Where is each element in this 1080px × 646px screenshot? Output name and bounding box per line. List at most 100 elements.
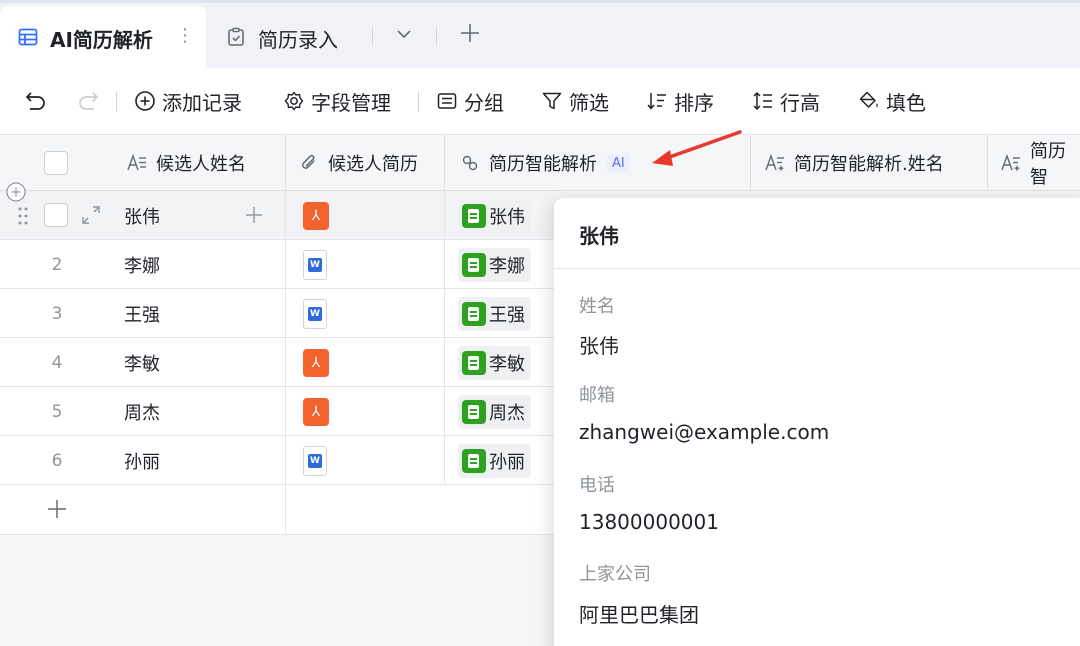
- cell-ai-parse[interactable]: 李敏: [458, 338, 531, 387]
- ai-doc-icon: [462, 301, 486, 326]
- chip-label: 李敏: [489, 353, 525, 375]
- cell-divider: [444, 289, 445, 338]
- sort-button[interactable]: 排序: [646, 87, 714, 115]
- ai-result-chip[interactable]: 周杰: [458, 394, 531, 429]
- cell-ai-parse[interactable]: 李娜: [458, 240, 531, 289]
- grid-header: 候选人姓名 候选人简历 简历智能解析 AI 简历智能解析.姓名 简历智: [0, 135, 1080, 191]
- group-label: 分组: [464, 90, 504, 115]
- row-index: 4: [51, 352, 63, 373]
- ai-result-chip[interactable]: 李娜: [458, 247, 531, 282]
- ai-result-chip[interactable]: 李敏: [458, 345, 531, 380]
- word-file-icon[interactable]: W: [303, 445, 327, 476]
- cell-divider: [444, 436, 445, 485]
- drag-handle-icon[interactable]: [17, 206, 29, 230]
- cell-resume[interactable]: W: [303, 240, 327, 289]
- sort-label: 排序: [674, 90, 714, 115]
- row-index: 5: [51, 401, 63, 422]
- sort-icon: [646, 90, 668, 112]
- add-row-button[interactable]: [0, 485, 554, 535]
- cell-divider: [285, 289, 286, 338]
- cell-resume[interactable]: ⅄: [303, 338, 329, 387]
- chip-label: 李娜: [489, 255, 525, 277]
- cell-resume[interactable]: W: [303, 289, 327, 338]
- cell-divider: [444, 240, 445, 289]
- chip-label: 张伟: [489, 206, 525, 228]
- column-divider[interactable]: [987, 135, 988, 191]
- ai-result-chip[interactable]: 张伟: [458, 198, 531, 233]
- expand-icon[interactable]: [80, 204, 102, 230]
- column-divider[interactable]: [750, 135, 751, 191]
- row-height-button[interactable]: 行高: [752, 87, 820, 115]
- tab-resume-entry[interactable]: 简历录入: [226, 6, 338, 71]
- group-button[interactable]: 分组: [436, 87, 504, 115]
- tab-label: 简历录入: [258, 28, 338, 52]
- field-value-name[interactable]: 张伟: [579, 330, 619, 359]
- filter-icon: [541, 90, 563, 112]
- column-divider[interactable]: [285, 135, 286, 191]
- cell-divider: [285, 436, 286, 485]
- column-header-name[interactable]: 候选人姓名: [126, 135, 246, 191]
- ai-doc-icon: [462, 203, 486, 228]
- ai-result-chip[interactable]: 孙丽: [458, 443, 531, 478]
- ai-result-chip[interactable]: 王强: [458, 296, 531, 331]
- tab-divider: [436, 27, 437, 45]
- cell-resume[interactable]: W: [303, 436, 327, 485]
- word-file-icon[interactable]: W: [303, 298, 327, 329]
- chip-label: 孙丽: [489, 451, 525, 473]
- pdf-file-icon[interactable]: ⅄: [303, 348, 329, 377]
- field-value-email[interactable]: zhangwei@example.com: [579, 420, 829, 444]
- cell-divider: [285, 240, 286, 289]
- redo-icon[interactable]: [76, 88, 102, 118]
- cell-name[interactable]: 周杰: [124, 387, 160, 436]
- cell-name[interactable]: 王强: [124, 289, 160, 338]
- cell-name[interactable]: 李娜: [124, 240, 160, 289]
- column-header-ai-parse[interactable]: 简历智能解析 AI: [459, 135, 630, 191]
- add-icon[interactable]: [243, 204, 265, 230]
- insert-row-icon[interactable]: [5, 181, 27, 207]
- fill-color-button[interactable]: 填色: [858, 87, 926, 115]
- pdf-file-icon[interactable]: ⅄: [303, 397, 329, 426]
- row-height-label: 行高: [780, 90, 820, 115]
- select-all-checkbox[interactable]: [44, 135, 68, 191]
- tab-more-icon[interactable]: ⋮: [176, 25, 194, 46]
- cell-ai-parse[interactable]: 周杰: [458, 387, 531, 436]
- add-tab-icon[interactable]: [458, 19, 482, 52]
- cell-name[interactable]: 张伟: [124, 191, 160, 240]
- word-file-icon[interactable]: W: [303, 249, 327, 280]
- cell-resume[interactable]: ⅄: [303, 387, 329, 436]
- column-header-parsed-name[interactable]: 简历智能解析.姓名: [764, 135, 944, 191]
- cell-ai-parse[interactable]: 王强: [458, 289, 531, 338]
- cell-name[interactable]: 李敏: [124, 338, 160, 387]
- add-record-label: 添加记录: [162, 90, 242, 115]
- cell-ai-parse[interactable]: 孙丽: [458, 436, 531, 485]
- cell-ai-parse[interactable]: 张伟: [458, 191, 531, 240]
- ai-badge: AI: [607, 153, 630, 173]
- row-index: 6: [51, 450, 63, 471]
- form-icon: [226, 27, 246, 51]
- column-title: 简历智: [1030, 141, 1066, 188]
- chip-label: 王强: [489, 304, 525, 326]
- chip-label: 周杰: [489, 402, 525, 424]
- column-divider[interactable]: [444, 135, 445, 191]
- record-detail-panel[interactable]: 张伟 姓名 张伟 邮箱 zhangwei@example.com 电话 1380…: [554, 198, 1080, 646]
- pdf-file-icon[interactable]: ⅄: [303, 201, 329, 230]
- field-manage-button[interactable]: 字段管理: [283, 87, 391, 115]
- add-record-button[interactable]: 添加记录: [134, 87, 242, 115]
- filter-button[interactable]: 筛选: [541, 87, 609, 115]
- field-manage-label: 字段管理: [311, 90, 391, 115]
- tab-bar: AI简历解析 ⋮ 简历录入: [0, 0, 1080, 71]
- group-icon: [436, 90, 458, 112]
- ai-doc-icon: [462, 399, 486, 424]
- plus-icon: [46, 498, 68, 524]
- ai-text-field-icon: [764, 152, 786, 174]
- field-value-company[interactable]: 阿里巴巴集团: [579, 599, 699, 628]
- cell-name[interactable]: 孙丽: [124, 436, 160, 485]
- column-header-next[interactable]: 简历智: [1000, 135, 1080, 191]
- row-checkbox[interactable]: [44, 203, 68, 227]
- undo-icon[interactable]: [22, 88, 48, 118]
- field-value-phone[interactable]: 13800000001: [579, 510, 719, 534]
- cell-resume[interactable]: ⅄: [303, 191, 329, 240]
- chevron-down-icon[interactable]: [395, 25, 413, 47]
- column-header-resume[interactable]: 候选人简历: [298, 135, 418, 191]
- cell-divider: [285, 485, 286, 535]
